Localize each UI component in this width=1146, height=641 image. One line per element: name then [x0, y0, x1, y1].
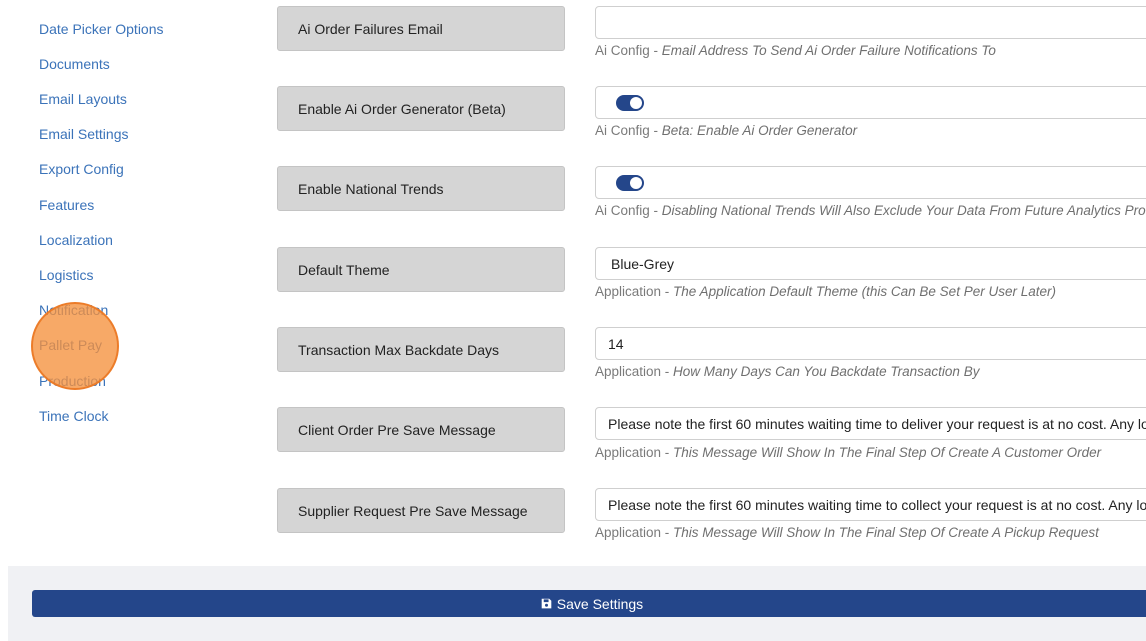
sidebar-item-email-settings[interactable]: Email Settings — [39, 126, 128, 142]
setting-label-default-theme: Default Theme — [277, 247, 565, 292]
setting-category: Application — [595, 445, 662, 460]
setting-label-supplier-request-pre-save-message: Supplier Request Pre Save Message — [277, 488, 565, 533]
setting-description: This Message Will Show In The Final Step… — [673, 445, 1102, 460]
default-theme-select[interactable]: Blue-Grey — [595, 247, 1146, 280]
save-settings-label: Save Settings — [556, 595, 644, 612]
sidebar-item-notification[interactable]: Notification — [39, 302, 108, 318]
setting-label-enable-ai-order-generator: Enable Ai Order Generator (Beta) — [277, 86, 565, 131]
enable-national-trends-field — [595, 166, 1146, 199]
sidebar-item-export-config[interactable]: Export Config — [39, 161, 124, 177]
settings-sidebar: Date Picker Options Documents Email Layo… — [0, 0, 240, 560]
setting-help-client-order-pre-save-message: Application - This Message Will Show In … — [595, 445, 1102, 460]
setting-help-ai-order-failures-email: Ai Config - Email Address To Send Ai Ord… — [595, 43, 996, 58]
ai-order-failures-email-input[interactable] — [595, 6, 1146, 39]
setting-description: Disabling National Trends Will Also Excl… — [661, 203, 1146, 218]
sidebar-item-time-clock[interactable]: Time Clock — [39, 408, 109, 424]
setting-category: Application — [595, 364, 662, 379]
setting-label-ai-order-failures-email: Ai Order Failures Email — [277, 6, 565, 51]
transaction-max-backdate-days-input[interactable]: 14 — [595, 327, 1146, 360]
setting-label-enable-national-trends: Enable National Trends — [277, 166, 565, 211]
setting-category: Ai Config — [595, 123, 650, 138]
enable-national-trends-toggle[interactable] — [616, 174, 644, 191]
supplier-request-pre-save-message-input[interactable]: Please note the first 60 minutes waiting… — [595, 488, 1146, 521]
sidebar-item-documents[interactable]: Documents — [39, 56, 110, 72]
save-settings-button[interactable]: Save Settings — [32, 590, 1146, 617]
setting-help-transaction-max-backdate-days: Application - How Many Days Can You Back… — [595, 364, 980, 379]
setting-category: Application — [595, 525, 662, 540]
sidebar-item-email-layouts[interactable]: Email Layouts — [39, 91, 127, 107]
floppy-disk-icon — [541, 598, 552, 609]
sidebar-item-features[interactable]: Features — [39, 197, 94, 213]
setting-description: The Application Default Theme (this Can … — [673, 284, 1056, 299]
setting-help-enable-national-trends: Ai Config - Disabling National Trends Wi… — [595, 203, 1146, 218]
sidebar-item-logistics[interactable]: Logistics — [39, 267, 93, 283]
setting-category: Application — [595, 284, 662, 299]
sidebar-item-production[interactable]: Production — [39, 373, 106, 389]
setting-category: Ai Config — [595, 203, 650, 218]
setting-label-client-order-pre-save-message: Client Order Pre Save Message — [277, 407, 565, 452]
setting-description: How Many Days Can You Backdate Transacti… — [673, 364, 980, 379]
setting-description: Email Address To Send Ai Order Failure N… — [661, 43, 996, 58]
setting-description: This Message Will Show In The Final Step… — [673, 525, 1099, 540]
sidebar-item-date-picker-options[interactable]: Date Picker Options — [39, 21, 164, 37]
sidebar-item-pallet-pay[interactable]: Pallet Pay — [39, 337, 102, 353]
setting-help-default-theme: Application - The Application Default Th… — [595, 284, 1056, 299]
enable-ai-order-generator-field — [595, 86, 1146, 119]
toggle-knob — [630, 96, 642, 109]
setting-description: Beta: Enable Ai Order Generator — [661, 123, 858, 138]
setting-label-transaction-max-backdate-days: Transaction Max Backdate Days — [277, 327, 565, 372]
toggle-knob — [630, 176, 642, 189]
setting-help-enable-ai-order-generator: Ai Config - Beta: Enable Ai Order Genera… — [595, 123, 858, 138]
enable-ai-order-generator-toggle[interactable] — [616, 94, 644, 111]
client-order-pre-save-message-input[interactable]: Please note the first 60 minutes waiting… — [595, 407, 1146, 440]
setting-category: Ai Config — [595, 43, 650, 58]
setting-help-supplier-request-pre-save-message: Application - This Message Will Show In … — [595, 525, 1099, 540]
sidebar-item-localization[interactable]: Localization — [39, 232, 113, 248]
